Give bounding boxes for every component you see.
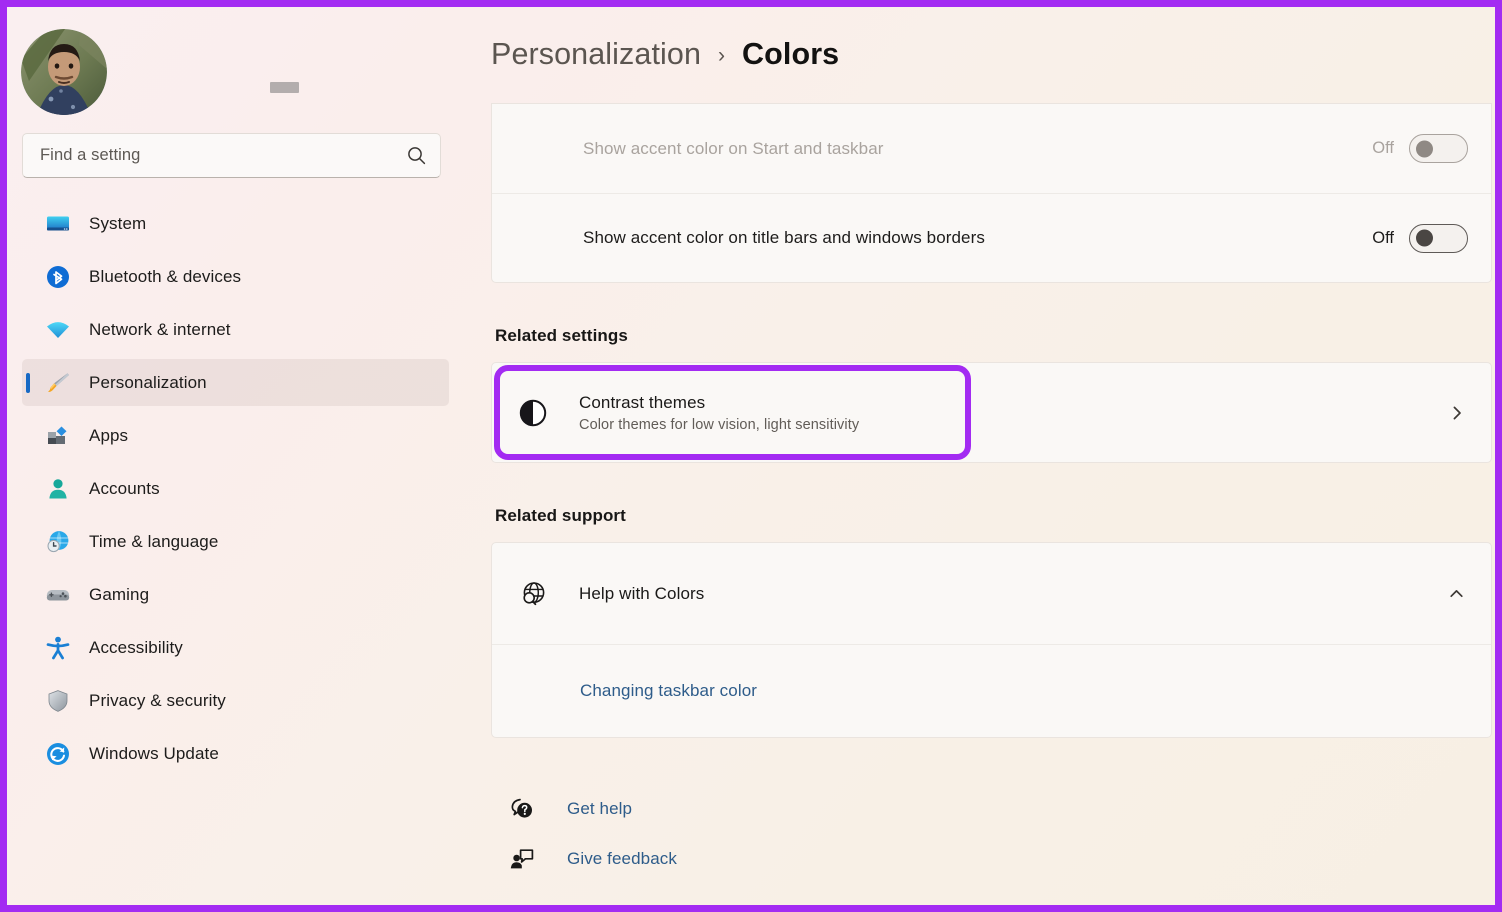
contrast-circle-icon [518,398,548,428]
sidebar-item-bluetooth-devices[interactable]: Bluetooth & devices [22,253,449,300]
sidebar-item-network-internet[interactable]: Network & internet [22,306,449,353]
chevron-right-icon[interactable] [1448,404,1466,422]
sidebar-item-label: Bluetooth & devices [89,266,242,286]
search-input[interactable]: Find a setting [22,133,441,178]
paintbrush-icon [45,370,71,396]
sidebar-item-label: Privacy & security [89,690,226,710]
monitor-icon [45,211,71,237]
settings-scroll-area: Show accent color on Start and taskbar O… [491,103,1495,905]
avatar[interactable] [21,29,107,115]
gamepad-icon [45,582,71,608]
sidebar-nav: System Bluetooth & devices Network & int… [7,200,479,777]
sidebar-item-windows-update[interactable]: Windows Update [22,730,449,777]
sidebar-item-label: System [89,213,147,233]
contrast-themes-title: Contrast themes [579,392,706,412]
update-icon [45,741,71,767]
apps-icon [45,423,71,449]
get-help-label: Get help [567,799,633,818]
accent-color-card: Show accent color on Start and taskbar O… [491,103,1492,283]
breadcrumb: Personalization › Colors [491,7,1495,99]
setting-label: Show accent color on title bars and wind… [583,228,985,247]
sidebar-item-privacy-security[interactable]: Privacy & security [22,677,449,724]
sidebar-item-label: Accessibility [89,637,183,657]
sidebar-item-apps[interactable]: Apps [22,412,449,459]
search-placeholder: Find a setting [40,146,141,164]
toggle-state-label: Off [1372,139,1394,157]
search-container: Find a setting [22,133,463,178]
contrast-themes-text: Contrast themes Color themes for low vis… [579,393,1448,433]
give-feedback-label: Give feedback [567,849,677,868]
sidebar-item-gaming[interactable]: Gaming [22,571,449,618]
sidebar-item-system[interactable]: System [22,200,449,247]
setting-label: Show accent color on Start and taskbar [583,138,884,158]
bluetooth-icon [45,264,71,290]
get-help-icon [507,796,537,822]
help-with-colors-row[interactable]: Help with Colors [492,543,1491,644]
profile-name-redacted [270,81,299,93]
toggle-knob [1416,140,1433,157]
toggle-accent-title-bars[interactable] [1409,223,1468,253]
footer-links: Get help Give feedback [491,784,1495,884]
settings-window: Find a setting System Bluetooth & device… [0,0,1502,912]
profile-section[interactable] [7,7,479,115]
sidebar-item-label: Time & language [89,531,219,551]
sidebar-item-personalization[interactable]: Personalization [22,359,449,406]
sidebar-item-label: Accounts [89,478,160,498]
sidebar-item-label: Windows Update [89,743,219,763]
toggle-knob [1416,229,1433,247]
link-changing-taskbar-color[interactable]: Changing taskbar color [580,681,757,701]
sidebar-item-label: Network & internet [89,319,231,339]
contrast-themes-subtitle: Color themes for low vision, light sensi… [579,416,860,433]
give-feedback-link[interactable]: Give feedback [495,834,1495,884]
contrast-themes-row[interactable]: Contrast themes Color themes for low vis… [492,363,1491,462]
related-support-heading: Related support [495,506,626,525]
sidebar: Find a setting System Bluetooth & device… [7,7,479,905]
toggle-accent-start-taskbar[interactable] [1409,134,1468,163]
give-feedback-icon [507,846,537,872]
clock-globe-icon [45,529,71,555]
person-icon [45,476,71,502]
sidebar-item-time-language[interactable]: Time & language [22,518,449,565]
search-icon [407,146,426,165]
related-settings-heading: Related settings [495,326,628,345]
page-title: Colors [742,37,840,71]
sidebar-item-label: Gaming [89,584,150,604]
shield-icon [45,688,71,714]
wifi-icon [45,317,71,343]
sidebar-item-accounts[interactable]: Accounts [22,465,449,512]
sidebar-item-label: Personalization [89,372,207,392]
related-support-card: Help with Colors Changing taskbar color [491,542,1492,738]
main-content: Personalization › Colors Show accent col… [479,7,1495,905]
support-link-row: Changing taskbar color [492,644,1491,737]
globe-help-icon [518,579,548,609]
accessibility-icon [45,635,71,661]
get-help-link[interactable]: Get help [495,784,1495,834]
selection-indicator [26,372,30,393]
setting-row-accent-title-bars[interactable]: Show accent color on title bars and wind… [492,193,1491,282]
chevron-up-icon[interactable] [1447,584,1466,603]
related-settings-card: Contrast themes Color themes for low vis… [491,362,1492,463]
setting-row-accent-start-taskbar[interactable]: Show accent color on Start and taskbar O… [492,104,1491,193]
help-with-colors-title: Help with Colors [579,583,705,603]
sidebar-item-label: Apps [89,425,129,445]
sidebar-item-accessibility[interactable]: Accessibility [22,624,449,671]
breadcrumb-separator-icon: › [718,44,726,67]
breadcrumb-parent[interactable]: Personalization [491,37,701,72]
toggle-state-label: Off [1372,228,1394,247]
